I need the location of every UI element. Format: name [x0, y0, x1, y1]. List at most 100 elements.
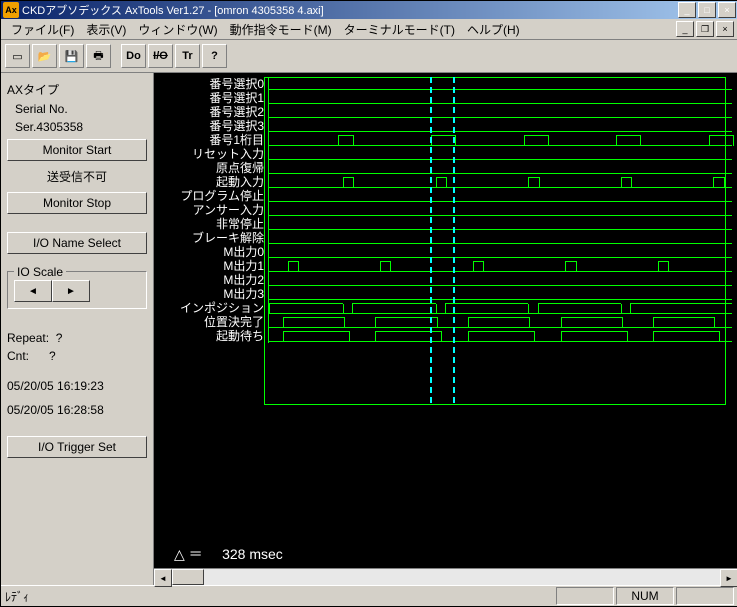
signal-row: 番号選択0: [154, 77, 732, 91]
signal-waveform: [268, 231, 732, 245]
signal-row: ブレーキ解除: [154, 231, 732, 245]
signal-label: 非常停止: [154, 217, 268, 231]
signal-row: 番号選択1: [154, 91, 732, 105]
menu-opmode[interactable]: 動作指令モード(M): [224, 19, 338, 40]
signal-waveform: [268, 245, 732, 259]
repeat-value: ?: [56, 331, 63, 345]
status-cell-1: [556, 587, 614, 605]
io-name-select-button[interactable]: I/O Name Select: [7, 232, 147, 254]
signal-label: M出力0: [154, 245, 268, 259]
signal-label: 番号選択0: [154, 77, 268, 91]
signal-row: プログラム停止: [154, 189, 732, 203]
signal-waveform: [268, 175, 732, 189]
ax-type-label: AXタイプ: [7, 81, 147, 98]
signal-waveform: [268, 217, 732, 231]
signal-label: 原点復帰: [154, 161, 268, 175]
cnt-label: Cnt:: [7, 349, 29, 363]
save-button[interactable]: 💾: [59, 44, 84, 68]
scroll-left-button[interactable]: ◄: [154, 569, 172, 587]
child-close-button[interactable]: ×: [716, 21, 734, 37]
print-button[interactable]: 🖶: [86, 44, 111, 68]
signal-row: 起動入力: [154, 175, 732, 189]
maximize-button[interactable]: □: [698, 2, 716, 18]
signal-row: 番号選択2: [154, 105, 732, 119]
signal-row: M出力3: [154, 287, 732, 301]
signal-waveform: [268, 91, 732, 105]
child-restore-button[interactable]: ❐: [696, 21, 714, 37]
status-ready: ﾚﾃﾞｨ: [5, 588, 29, 605]
signal-waveform: [268, 119, 732, 133]
time-cursor[interactable]: [453, 77, 455, 403]
txrx-status-label: 送受信不可: [7, 168, 147, 185]
menu-view[interactable]: 表示(V): [80, 19, 132, 40]
scroll-right-button[interactable]: ►: [720, 569, 737, 587]
scroll-thumb[interactable]: [172, 569, 204, 585]
signal-row: M出力1: [154, 259, 732, 273]
statusbar: ﾚﾃﾞｨ NUM: [1, 585, 737, 606]
signal-row: M出力0: [154, 245, 732, 259]
menu-window[interactable]: ウィンドウ(W): [132, 19, 223, 40]
signal-row: 原点復帰: [154, 161, 732, 175]
signal-row: 非常停止: [154, 217, 732, 231]
timestamp-1: 05/20/05 16:19:23: [7, 379, 147, 393]
repeat-label: Repeat:: [7, 331, 49, 345]
scale-left-button[interactable]: ◄: [14, 280, 52, 302]
serial-label: Serial No.: [7, 102, 147, 116]
signal-label: ブレーキ解除: [154, 231, 268, 245]
open-button[interactable]: 📂: [32, 44, 57, 68]
signal-label: 番号選択3: [154, 119, 268, 133]
signal-waveform: [268, 161, 732, 175]
signal-label: M出力3: [154, 287, 268, 301]
new-icon: ▭: [12, 50, 22, 63]
monitor-start-button[interactable]: Monitor Start: [7, 139, 147, 161]
minimize-button[interactable]: _: [678, 2, 696, 18]
toolbar: ▭ 📂 💾 🖶 Do I/O Tr ?: [1, 40, 737, 73]
waveform-display[interactable]: 番号選択0番号選択1番号選択2番号選択3番号1桁目リセット入力原点復帰起動入力プ…: [154, 73, 737, 540]
signal-label: 番号選択2: [154, 105, 268, 119]
app-icon: Ax: [3, 2, 19, 18]
io-button[interactable]: I/O: [148, 44, 173, 68]
child-minimize-button[interactable]: _: [676, 21, 694, 37]
time-cursor[interactable]: [430, 77, 432, 403]
horizontal-scrollbar[interactable]: ◄ ►: [154, 568, 737, 585]
signal-row: アンサー入力: [154, 203, 732, 217]
new-button[interactable]: ▭: [5, 44, 30, 68]
delta-symbol: △ ＝: [174, 544, 203, 564]
timestamp-2: 05/20/05 16:28:58: [7, 403, 147, 417]
signal-waveform: [268, 259, 732, 273]
signal-label: アンサー入力: [154, 203, 268, 217]
menu-file[interactable]: ファイル(F): [5, 19, 80, 40]
signal-waveform: [268, 329, 732, 343]
signal-label: 起動入力: [154, 175, 268, 189]
signal-label: リセット入力: [154, 147, 268, 161]
signal-waveform: [268, 273, 732, 287]
signal-waveform: [268, 105, 732, 119]
monitor-stop-button[interactable]: Monitor Stop: [7, 192, 147, 214]
io-scale-title: IO Scale: [14, 265, 66, 279]
signal-label: M出力1: [154, 259, 268, 273]
close-button[interactable]: ×: [718, 2, 736, 18]
signal-waveform: [268, 147, 732, 161]
signal-label: 起動待ち: [154, 329, 268, 343]
signal-row: M出力2: [154, 273, 732, 287]
menu-help[interactable]: ヘルプ(H): [461, 19, 526, 40]
scroll-track[interactable]: [204, 569, 720, 585]
signal-row: 位置決完了: [154, 315, 732, 329]
signal-label: プログラム停止: [154, 189, 268, 203]
delta-readout: △ ＝ 328 msec: [154, 540, 737, 568]
scale-right-button[interactable]: ►: [52, 280, 90, 302]
tr-button[interactable]: Tr: [175, 44, 200, 68]
cnt-value: ?: [49, 349, 56, 363]
menu-termmode[interactable]: ターミナルモード(T): [338, 19, 461, 40]
open-icon: 📂: [38, 50, 52, 63]
signal-waveform: [268, 287, 732, 301]
signal-row: 起動待ち: [154, 329, 732, 343]
help-button[interactable]: ?: [202, 44, 227, 68]
signal-waveform: [268, 315, 732, 329]
do-button[interactable]: Do: [121, 44, 146, 68]
io-trigger-set-button[interactable]: I/O Trigger Set: [7, 436, 147, 458]
signal-row: 番号1桁目: [154, 133, 732, 147]
signal-label: 位置決完了: [154, 315, 268, 329]
signal-label: 番号選択1: [154, 91, 268, 105]
signal-waveform: [268, 301, 732, 315]
